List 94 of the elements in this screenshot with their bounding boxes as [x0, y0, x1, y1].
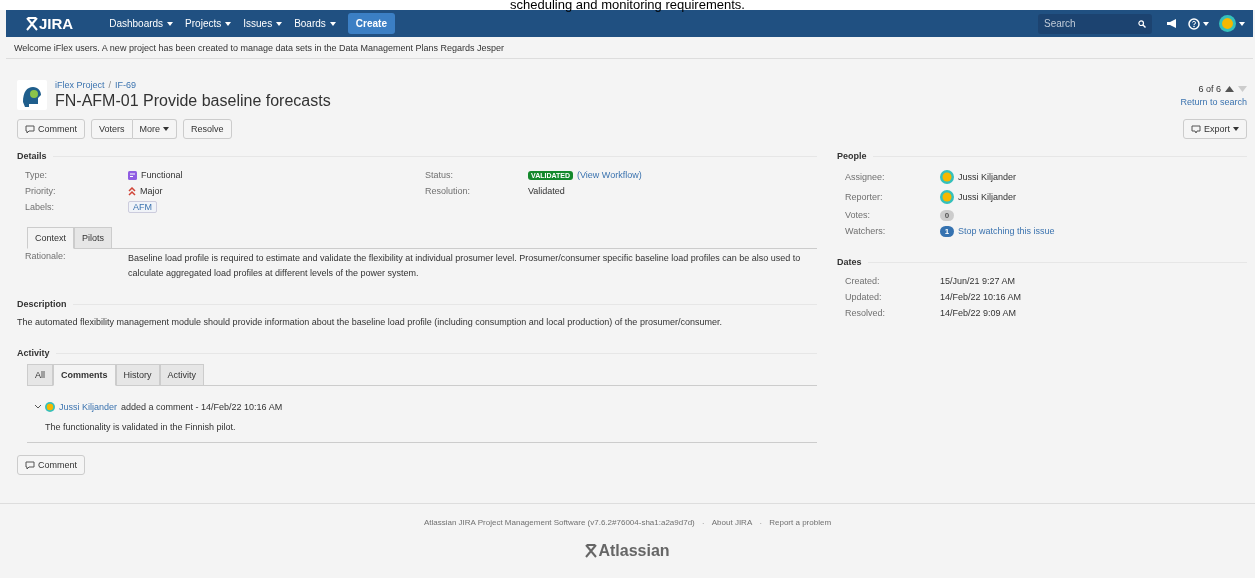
issue-title: FN-AFM-01 Provide baseline forecasts [55, 92, 331, 110]
date-value: 14/Feb/22 10:16 AM [940, 292, 1023, 302]
type-icon [128, 170, 137, 180]
pager-count: 6 of 6 [1198, 83, 1221, 94]
activity-tab[interactable]: History [115, 364, 160, 386]
caret-icon [329, 21, 336, 26]
priority-icon [128, 186, 136, 196]
field-label: Type: [25, 170, 48, 180]
section-heading: Details [17, 151, 47, 161]
comment-icon [25, 124, 35, 134]
user-avatar-icon [1219, 15, 1236, 32]
type-value: Functional [141, 170, 183, 180]
footer-link[interactable]: Atlassian JIRA Project Management Software (v7.6.2#76004-sha1:a2a9d7d) [423, 518, 695, 528]
jira-logo[interactable]: JIRA [26, 15, 74, 32]
nav-menu[interactable]: Dashboards [109, 18, 174, 29]
caption-text: scheduling and monitoring requirements. [510, 0, 745, 10]
comment-icon [25, 460, 35, 470]
section-heading: Activity [17, 348, 50, 358]
caret-icon [1203, 21, 1209, 26]
section-heading: Description [17, 299, 67, 309]
user-avatar-icon [45, 402, 55, 412]
activity-tab[interactable]: All [27, 364, 53, 386]
separator: · [759, 518, 763, 528]
field-label: Created: [845, 276, 881, 286]
resolution-value: Validated [528, 186, 566, 196]
voters-button[interactable]: Voters [91, 119, 133, 139]
separator: · [701, 518, 705, 528]
field-label: Status: [425, 170, 454, 180]
field-label: Rationale: [25, 251, 67, 263]
comment-body: The functionality is validated in the Finnish pilot. [44, 422, 237, 432]
megaphone-icon[interactable] [1166, 18, 1178, 29]
field-label: Assignee: [845, 172, 886, 182]
date-value: 15/Jun/21 9:27 AM [940, 276, 1017, 286]
comment-button[interactable]: Comment [17, 119, 85, 139]
nav-menu[interactable]: Boards [294, 18, 336, 29]
help-icon[interactable] [1188, 17, 1200, 30]
export-button[interactable]: Export [1183, 119, 1247, 139]
field-label: Votes: [845, 210, 872, 220]
breadcrumb-separator: / [108, 80, 112, 90]
create-button[interactable]: Create [347, 13, 395, 34]
nav-menu[interactable]: Issues [243, 18, 283, 29]
comment-author-link[interactable]: Jussi Kiljander [59, 402, 118, 412]
footer-link[interactable]: About JIRA [711, 518, 753, 528]
user-name: Jussi Kiljander [958, 192, 1017, 202]
project-avatar-icon [17, 80, 47, 110]
stop-watching-link[interactable]: Stop watching this issue [958, 226, 1055, 236]
export-icon [1191, 124, 1201, 134]
user-avatar-icon [940, 170, 954, 184]
field-label: Reporter: [845, 192, 884, 202]
resolve-button[interactable]: Resolve [183, 119, 232, 139]
footer-link[interactable]: Report a problem [769, 518, 832, 528]
caret-icon [225, 21, 232, 26]
section-heading: People [837, 151, 867, 161]
search-icon [1138, 19, 1146, 28]
more-button[interactable]: More [132, 119, 178, 139]
issue-key-link[interactable]: IF-69 [115, 80, 137, 90]
user-avatar-icon [940, 190, 954, 204]
field-tab[interactable]: Context [27, 227, 75, 249]
rationale-text: Baseline load profile is required to estimate and validate the flexibility at individual prosumer level. Prosumer/consumer specific baseline load profiles can be also used to calculate aggregated load profiles at different levels of the power system. [128, 252, 802, 280]
return-to-search-link[interactable]: Return to search [1180, 96, 1247, 107]
atlassian-logo[interactable]: Atlassian [585, 542, 670, 560]
priority-value: Major [140, 186, 163, 196]
atlassian-logo-icon [26, 16, 38, 31]
activity-tab[interactable]: Comments [53, 364, 116, 386]
votes-count: 0 [940, 209, 954, 221]
collapse-icon[interactable] [35, 405, 41, 409]
field-label: Labels: [25, 202, 56, 212]
nav-menu[interactable]: Projects [185, 18, 232, 29]
field-label: Resolution: [425, 186, 472, 196]
label-tag[interactable]: AFM [128, 201, 157, 213]
watchers-count: 1 [940, 225, 954, 237]
field-tab[interactable]: Pilots [74, 227, 113, 249]
field-label: Priority: [25, 186, 57, 196]
activity-tab[interactable]: Activity [159, 364, 205, 386]
atlassian-logo-icon [585, 544, 598, 558]
user-name: Jussi Kiljander [958, 172, 1017, 182]
field-label: Resolved: [845, 308, 887, 318]
project-link[interactable]: iFlex Project [55, 80, 105, 90]
date-value: 14/Feb/22 9:09 AM [940, 308, 1018, 318]
announcement-text: Welcome iFlex users. A new project has been created to manage data sets in the Data Management Plans Regards Jesper [14, 42, 505, 53]
caret-icon [163, 127, 170, 131]
caret-icon [1239, 21, 1245, 26]
field-label: Watchers: [845, 226, 887, 236]
previous-issue-icon[interactable] [1225, 85, 1234, 92]
caret-icon [1233, 127, 1239, 131]
view-workflow-link[interactable]: (View Workflow) [577, 170, 642, 180]
comment-meta: added a comment - 14/Feb/22 10:16 AM [121, 402, 283, 412]
comment-button[interactable]: Comment [17, 455, 85, 475]
section-heading: Dates [837, 257, 862, 267]
field-label: Updated: [845, 292, 883, 302]
description-text: The automated flexibility management module should provide information about the baseline load profile (including consumption and local production) of the prosumer/consumer. [17, 316, 723, 329]
caret-icon [167, 21, 174, 26]
caret-icon [276, 21, 283, 26]
search-field[interactable]: Search [1038, 13, 1152, 34]
